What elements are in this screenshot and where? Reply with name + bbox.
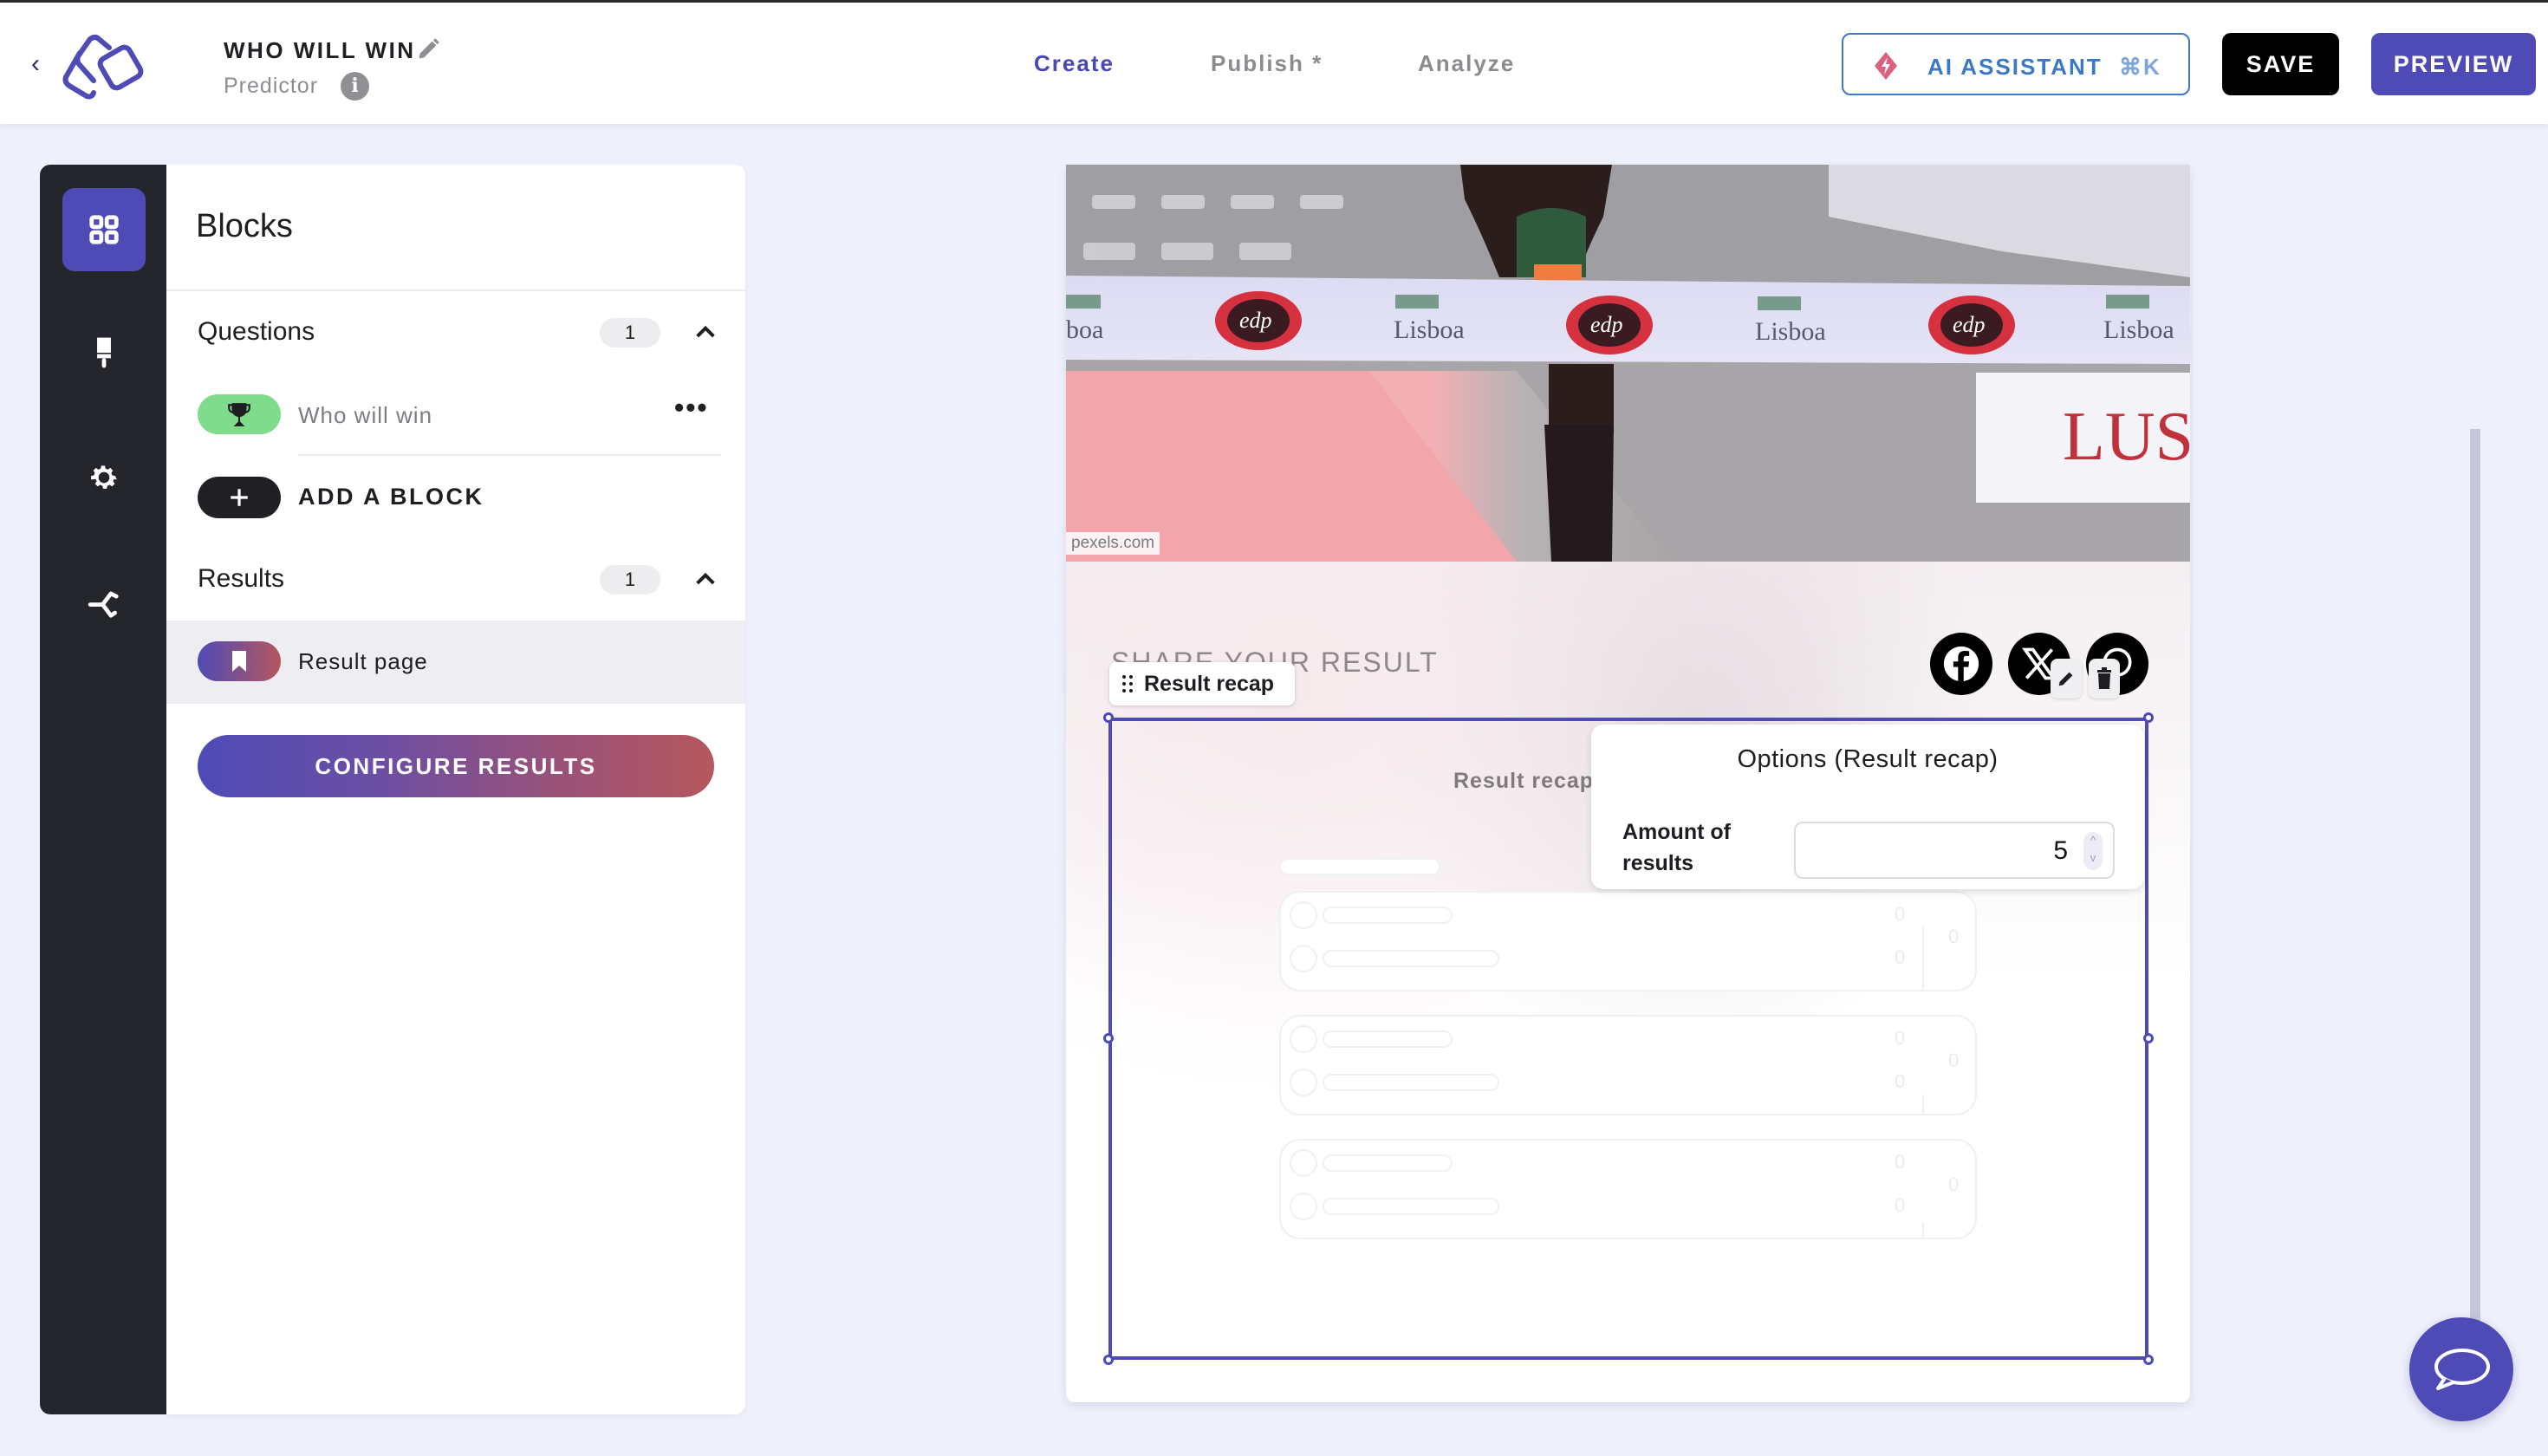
resize-handle-left[interactable] (1103, 1033, 1114, 1043)
ai-spark-icon (1875, 52, 1897, 80)
amount-of-results-label: Amount of results (1622, 820, 1731, 875)
question-type-pill (198, 394, 281, 434)
rail-item-blocks[interactable] (62, 188, 146, 271)
pencil-icon (2058, 672, 2073, 686)
resize-handle-right[interactable] (2143, 1033, 2154, 1043)
ai-assistant-shortcut: ⌘K (2119, 54, 2161, 80)
paintbrush-icon (97, 337, 111, 368)
result-type-pill (198, 641, 281, 681)
amount-of-results-value: 5 (2053, 836, 2068, 865)
resize-handle-top-left[interactable] (1103, 712, 1114, 723)
rail-item-settings[interactable] (62, 436, 146, 519)
svg-text:Lisboa: Lisboa (1755, 317, 1826, 346)
blocks-panel: Blocks Questions 1 Who will win ••• ADD … (166, 165, 745, 1414)
drag-handle-icon (1122, 675, 1133, 692)
marathon-finish-photo: LUS edp edp edp boa Lisboa Lisboa Lisboa (1066, 165, 2190, 562)
resize-handle-bottom-right[interactable] (2143, 1355, 2154, 1365)
panel-title: Blocks (196, 208, 293, 244)
svg-text:boa: boa (1066, 315, 1103, 344)
svg-text:Lisboa: Lisboa (1394, 315, 1465, 344)
questions-collapse-chevron-icon[interactable] (692, 319, 719, 347)
facebook-icon (1943, 646, 1979, 682)
block-tag-label: Result recap (1144, 671, 1275, 696)
questions-section-title: Questions (198, 317, 315, 346)
svg-text:LUS: LUS (2063, 399, 2190, 475)
hero-image: LUS edp edp edp boa Lisboa Lisboa Lisboa (1066, 165, 2190, 562)
svg-text:edp: edp (1239, 308, 1272, 333)
branch-icon (88, 591, 119, 618)
rail-item-logic[interactable] (62, 562, 146, 645)
list-item-result-page[interactable]: Result page (166, 621, 745, 704)
question-label: Who will win (298, 402, 433, 428)
configure-results-button[interactable]: CONFIGURE RESULTS (198, 735, 714, 797)
plus-icon (231, 489, 248, 506)
app-logo-icon[interactable] (61, 32, 156, 101)
svg-text:edp: edp (1953, 312, 1986, 337)
svg-text:Lisboa: Lisboa (2103, 315, 2174, 344)
share-facebook-button[interactable] (1930, 633, 1992, 695)
tab-analyze[interactable]: Analyze (1418, 50, 1515, 77)
tab-create[interactable]: Create (1034, 50, 1115, 77)
chat-bubble-icon (2434, 1349, 2490, 1390)
results-section-title: Results (198, 564, 285, 593)
stepper-up-icon[interactable]: ^ (2083, 832, 2103, 849)
results-count-badge: 1 (600, 565, 660, 595)
add-block-button[interactable] (198, 477, 281, 518)
trophy-icon (228, 403, 250, 426)
chat-support-button[interactable] (2409, 1317, 2513, 1421)
ai-assistant-button[interactable]: AI ASSISTANT ⌘K (1842, 33, 2190, 95)
bookmark-icon (232, 651, 246, 672)
blocks-grid-icon (89, 215, 119, 244)
resize-handle-top-right[interactable] (2143, 712, 2154, 723)
options-title: Options (Result recap) (1737, 745, 1999, 773)
ai-assistant-label: AI ASSISTANT (1927, 54, 2103, 80)
editor-canvas: LUS edp edp edp boa Lisboa Lisboa Lisboa (1066, 165, 2190, 1402)
result-page-label: Result page (298, 648, 428, 674)
edit-title-pencil-icon[interactable] (416, 37, 440, 62)
results-collapse-chevron-icon[interactable] (692, 566, 719, 594)
tool-rail (40, 165, 166, 1414)
rail-item-design[interactable] (62, 311, 146, 394)
block-drag-tag[interactable]: Result recap (1109, 662, 1296, 705)
top-bar: ‹ WHO WILL WIN Predictor i Create Publis… (0, 0, 2548, 124)
add-block-label[interactable]: ADD A BLOCK (298, 484, 484, 510)
tab-publish[interactable]: Publish * (1211, 50, 1323, 77)
info-icon[interactable]: i (341, 72, 369, 101)
gear-icon (91, 465, 117, 489)
delete-block-button[interactable] (2089, 659, 2120, 699)
save-button[interactable]: SAVE (2222, 33, 2339, 95)
project-title: WHO WILL WIN (224, 37, 416, 63)
preview-button[interactable]: PREVIEW (2371, 33, 2536, 95)
number-stepper[interactable]: ^ v (2083, 832, 2103, 870)
edit-block-button[interactable] (2051, 659, 2082, 699)
project-type: Predictor (224, 74, 319, 98)
canvas-scrollbar[interactable] (2470, 429, 2480, 1322)
amount-of-results-input[interactable]: 5 ^ v (1794, 822, 2115, 879)
question-divider (298, 454, 721, 456)
questions-count-badge: 1 (600, 318, 660, 348)
stepper-down-icon[interactable]: v (2083, 849, 2103, 867)
question-more-options-icon[interactable]: ••• (674, 392, 709, 424)
block-options-popover: Options (Result recap) Amount of results… (1591, 725, 2144, 889)
svg-text:edp: edp (1590, 312, 1623, 337)
resize-handle-bottom-left[interactable] (1103, 1355, 1114, 1365)
trash-icon (2097, 667, 2111, 689)
panel-divider (166, 289, 745, 291)
image-credit: pexels.com (1066, 532, 1160, 555)
back-chevron-icon[interactable]: ‹ (31, 51, 50, 77)
